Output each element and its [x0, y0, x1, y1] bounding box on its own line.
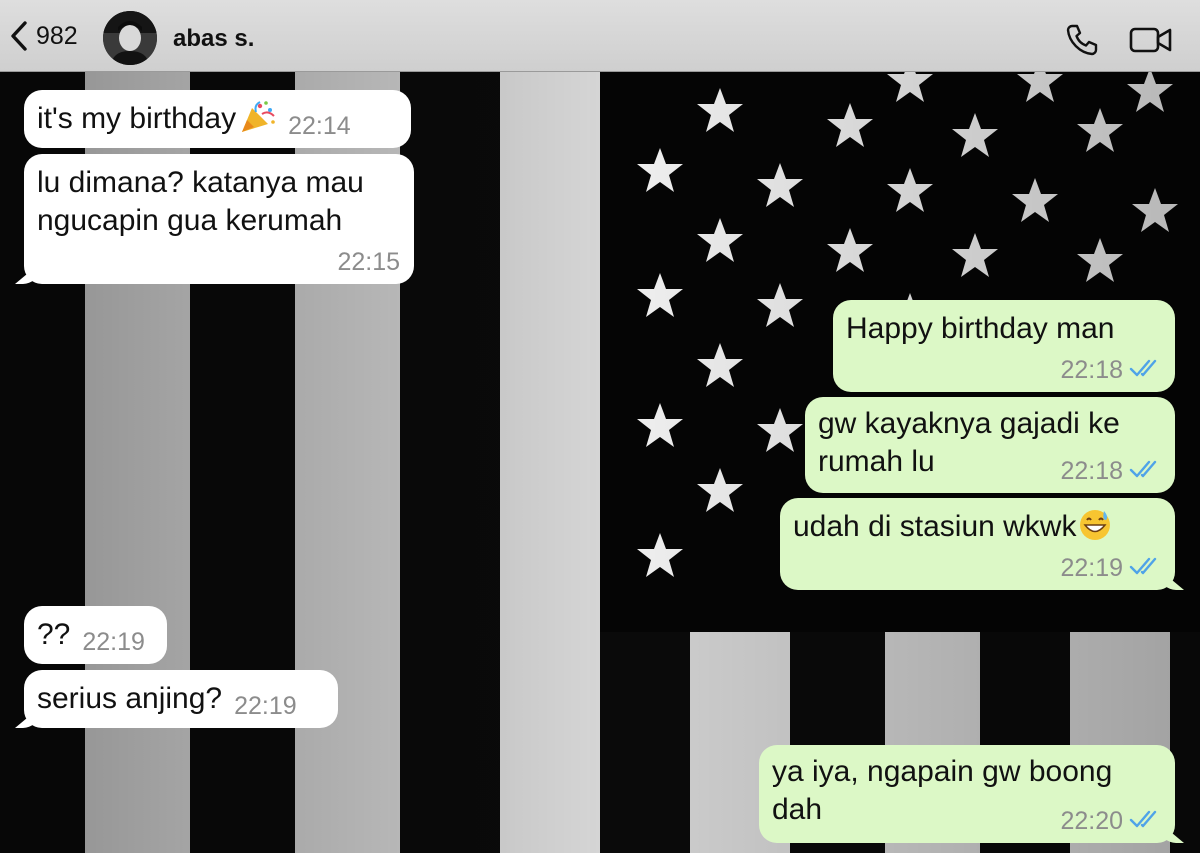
message-text: udah di stasiun wkwk [793, 508, 1159, 552]
message-time: 22:19 [234, 692, 297, 720]
message-time: 22:19 [1060, 554, 1161, 582]
double-check-icon [1129, 554, 1161, 582]
message-time: 22:14 [288, 112, 351, 140]
message-text: it's my birthday [37, 102, 237, 135]
message-time: 22:18 [1060, 457, 1161, 485]
chat-header: 982 abas s. [0, 0, 1200, 72]
timestamp: 22:20 [1060, 807, 1123, 835]
timestamp: 22:19 [82, 628, 145, 656]
party-popper-icon [240, 100, 276, 144]
back-button[interactable]: 982 [8, 16, 78, 56]
double-check-icon [1129, 457, 1161, 485]
message-text-content: udah di stasiun wkwk [793, 510, 1077, 543]
timestamp: 22:19 [234, 692, 297, 720]
message-incoming[interactable]: ?? 22:19 [24, 606, 167, 664]
message-outgoing[interactable]: ya iya, ngapain gw boong dah 22:20 [759, 745, 1175, 843]
voice-call-button[interactable] [1064, 22, 1100, 58]
message-text: serius anjing? [37, 682, 223, 715]
unread-count: 982 [36, 21, 78, 50]
message-outgoing[interactable]: udah di stasiun wkwk 22:19 [780, 498, 1175, 590]
message-incoming[interactable]: serius anjing? 22:19 [24, 670, 338, 728]
chevron-left-icon [8, 19, 30, 53]
timestamp: 22:14 [288, 112, 351, 140]
phone-icon [1064, 24, 1100, 62]
double-check-icon [1129, 356, 1161, 384]
message-text: lu dimana? katanya mau ngucapin gua keru… [37, 166, 364, 237]
timestamp: 22:18 [1060, 356, 1123, 384]
avatar[interactable] [103, 11, 157, 65]
message-time: 22:20 [1060, 807, 1161, 835]
message-time: 22:19 [82, 628, 145, 656]
message-time: 22:18 [1060, 356, 1161, 384]
message-incoming[interactable]: lu dimana? katanya mau ngucapin gua keru… [24, 154, 414, 284]
double-check-icon [1129, 807, 1161, 835]
message-outgoing[interactable]: gw kayaknya gajadi ke rumah lu 22:18 [805, 397, 1175, 493]
message-incoming[interactable]: it's my birthday 22:14 [24, 90, 411, 148]
timestamp: 22:19 [1060, 554, 1123, 582]
message-text: Happy birthday man [846, 312, 1115, 345]
message-text: ?? [37, 618, 71, 651]
video-camera-icon [1128, 27, 1174, 60]
timestamp: 22:15 [337, 248, 400, 276]
message-outgoing[interactable]: Happy birthday man 22:18 [833, 300, 1175, 392]
video-call-button[interactable] [1128, 24, 1174, 56]
contact-name[interactable]: abas s. [173, 25, 254, 53]
timestamp: 22:18 [1060, 457, 1123, 485]
message-time: 22:15 [337, 248, 400, 276]
grinning-face-with-sweat-icon [1078, 508, 1112, 552]
